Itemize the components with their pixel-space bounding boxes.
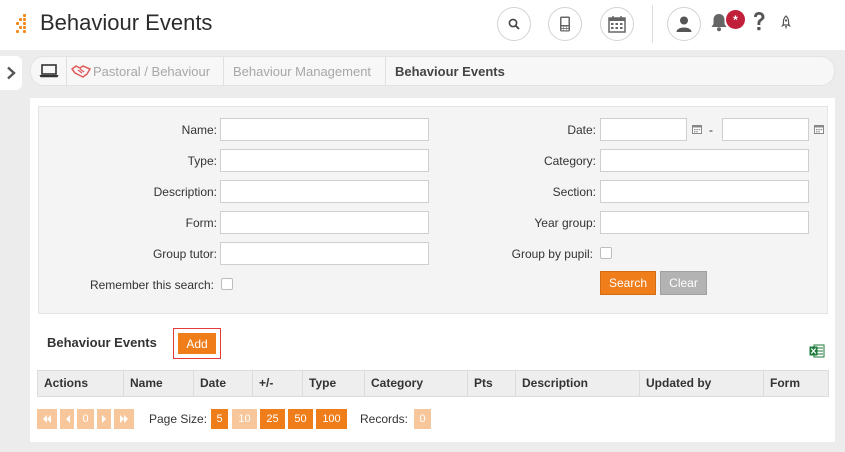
page-size-option-50[interactable]: 50 — [288, 409, 313, 429]
last-page-button[interactable] — [114, 409, 134, 429]
notification-badge: * — [726, 10, 745, 29]
header-divider — [652, 5, 653, 43]
help-button[interactable] — [752, 11, 768, 35]
group-tutor-label: Group tutor: — [152, 247, 217, 261]
laptop-icon — [39, 64, 59, 78]
search-icon — [508, 18, 520, 30]
breadcrumb-separator — [223, 57, 224, 85]
phone-icon — [560, 16, 570, 32]
logo-icon — [16, 14, 28, 36]
rocket-button[interactable] — [780, 15, 794, 33]
chevron-right-icon — [7, 66, 16, 80]
column-header-date[interactable]: Date — [194, 371, 253, 396]
name-input[interactable] — [220, 118, 429, 141]
breadcrumb-item-pastoral[interactable]: Pastoral / Behaviour — [93, 64, 210, 79]
double-chevron-right-icon — [120, 415, 128, 423]
year-group-label: Year group: — [534, 216, 596, 230]
calendar-icon — [608, 16, 626, 33]
page-size-option-5[interactable]: 5 — [211, 409, 228, 429]
search-submit-button[interactable]: Search — [600, 271, 656, 295]
breadcrumb-item-behaviour-management[interactable]: Behaviour Management — [233, 64, 371, 79]
year-group-input[interactable] — [600, 211, 809, 234]
add-button-highlight: Add — [173, 328, 221, 359]
page-size-option-25[interactable]: 25 — [260, 409, 285, 429]
column-header-type[interactable]: Type — [303, 371, 365, 396]
records-count: 0 — [414, 409, 431, 429]
name-label: Name: — [181, 123, 217, 137]
form-label: Form: — [185, 216, 217, 230]
section-title: Behaviour Events — [47, 335, 157, 350]
excel-export-icon[interactable] — [809, 344, 825, 358]
column-header-pts[interactable]: Pts — [468, 371, 516, 396]
column-header-updated-by[interactable]: Updated by — [640, 371, 764, 396]
current-page-indicator[interactable]: 0 — [77, 409, 94, 429]
app-header: Behaviour Events * — [0, 0, 845, 50]
column-header-form[interactable]: Form — [764, 371, 828, 396]
phone-button[interactable] — [548, 7, 582, 41]
page-title: Behaviour Events — [40, 10, 213, 35]
date-from-input[interactable] — [600, 118, 687, 141]
add-button[interactable]: Add — [178, 333, 216, 354]
column-header-actions[interactable]: Actions — [38, 371, 124, 396]
section-label: Section: — [552, 185, 596, 199]
home-link[interactable] — [38, 61, 60, 81]
chevron-left-icon — [65, 415, 70, 423]
calendar-icon[interactable] — [692, 124, 702, 134]
page-size-option-100[interactable]: 100 — [316, 409, 347, 429]
group-by-pupil-label: Group by pupil: — [511, 247, 593, 261]
date-label: Date: — [567, 123, 596, 137]
double-chevron-left-icon — [43, 415, 51, 423]
category-input[interactable] — [600, 149, 809, 172]
form-input[interactable] — [220, 211, 429, 234]
group-tutor-input[interactable] — [220, 242, 429, 265]
date-range-separator: - — [709, 123, 713, 137]
sidebar-toggle[interactable] — [0, 56, 22, 90]
group-by-pupil-checkbox[interactable] — [600, 247, 612, 259]
type-label: Type: — [187, 154, 217, 168]
breadcrumb-separator — [385, 57, 386, 85]
pager: 0 Page Size: 5 10 25 50 100 Records: 0 — [37, 409, 829, 429]
rocket-icon — [781, 15, 791, 30]
search-button[interactable] — [497, 7, 531, 41]
user-button[interactable] — [667, 7, 701, 41]
search-panel: Name: Type: Description: Form: Group tut… — [38, 106, 828, 314]
breadcrumb: Pastoral / Behaviour Behaviour Managemen… — [30, 56, 835, 86]
column-header-plus-minus[interactable]: +/- — [253, 371, 303, 396]
column-header-category[interactable]: Category — [365, 371, 468, 396]
calendar-icon[interactable] — [814, 124, 824, 134]
main-content: Name: Type: Description: Form: Group tut… — [30, 98, 835, 442]
records-label: Records: — [360, 412, 409, 426]
first-page-button[interactable] — [37, 409, 57, 429]
date-to-input[interactable] — [722, 118, 809, 141]
page-size-option-10[interactable]: 10 — [232, 409, 257, 429]
next-page-button[interactable] — [97, 409, 111, 429]
page-size-label: Page Size: — [149, 412, 208, 426]
type-input[interactable] — [220, 149, 429, 172]
description-input[interactable] — [220, 180, 429, 203]
clear-button[interactable]: Clear — [660, 271, 707, 295]
table-header: Actions Name Date +/- Type Category Pts … — [37, 370, 829, 397]
column-header-description[interactable]: Description — [516, 371, 640, 396]
remember-search-checkbox[interactable] — [221, 278, 233, 290]
remember-search-label: Remember this search: — [89, 278, 214, 292]
breadcrumb-item-current: Behaviour Events — [395, 64, 505, 79]
bell-icon — [711, 14, 727, 32]
help-icon — [754, 12, 765, 31]
prev-page-button[interactable] — [60, 409, 74, 429]
breadcrumb-separator — [66, 57, 67, 85]
user-icon — [676, 16, 692, 32]
chevron-right-icon — [101, 415, 106, 423]
description-label: Description: — [153, 185, 217, 199]
handshake-icon — [70, 64, 92, 78]
section-input[interactable] — [600, 180, 809, 203]
category-label: Category: — [543, 154, 596, 168]
calendar-button[interactable] — [600, 7, 634, 41]
column-header-name[interactable]: Name — [124, 371, 194, 396]
